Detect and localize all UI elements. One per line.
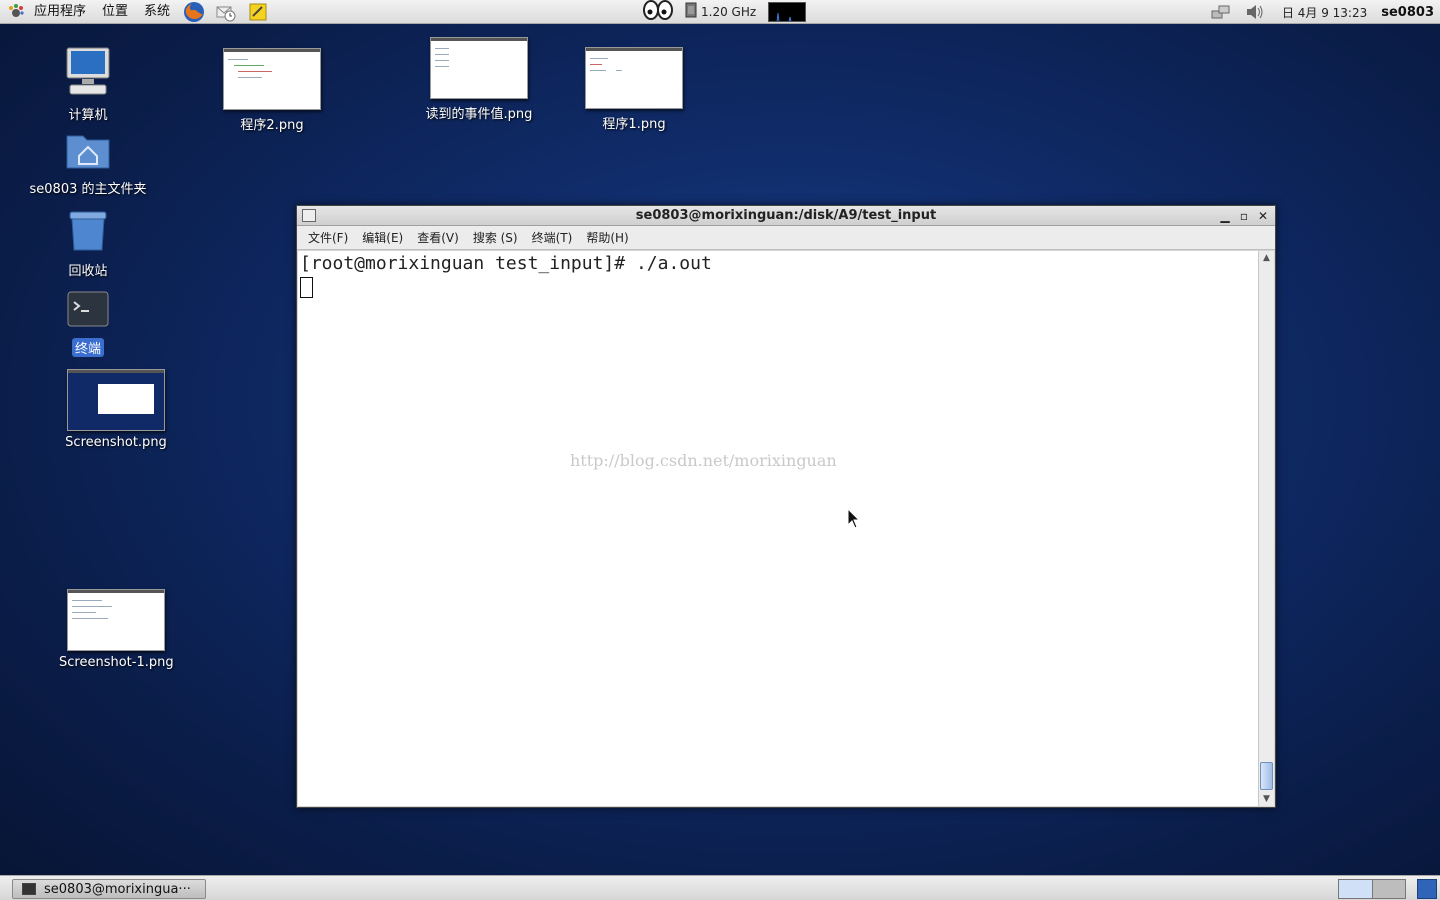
maximize-icon[interactable]: ▫	[1236, 207, 1252, 225]
scroll-down-icon[interactable]: ▼	[1259, 792, 1274, 806]
terminal-titlebar[interactable]: se0803@morixinguan:/disk/A9/test_input ▁…	[297, 206, 1275, 226]
desktop-icon-label: 终端	[71, 338, 104, 357]
eyes-icon	[642, 0, 674, 24]
minimize-icon[interactable]: ▁	[1217, 207, 1233, 225]
cpu-frequency: 1.20 GHz	[701, 5, 757, 19]
mouse-pointer-icon	[847, 508, 861, 529]
menu-places[interactable]: 位置	[94, 0, 136, 24]
image-thumbnail	[430, 37, 528, 99]
taskbar-terminal-button[interactable]: se0803@morixingua···	[12, 879, 206, 899]
image-thumbnail	[67, 589, 165, 651]
terminal-icon	[22, 883, 36, 895]
desktop-icon-terminal[interactable]: 终端	[28, 290, 148, 357]
workspace-switcher[interactable]	[1338, 879, 1406, 899]
desktop-icon-home[interactable]: se0803 的主文件夹	[20, 130, 156, 197]
gnome-foot-icon	[6, 2, 26, 22]
menu-applications[interactable]: 应用程序	[26, 0, 94, 24]
terminal-window[interactable]: se0803@morixinguan:/disk/A9/test_input ▁…	[296, 205, 1276, 808]
desktop-icon-computer[interactable]: 计算机	[28, 46, 148, 123]
desktop-icon-trash[interactable]: 回收站	[28, 210, 148, 279]
terminal-menubar: 文件(F) 编辑(E) 查看(V) 搜索 (S) 终端(T) 帮助(H)	[297, 226, 1275, 250]
desktop-icon-label: 程序1.png	[602, 117, 666, 132]
menu-edit[interactable]: 编辑(E)	[355, 229, 410, 246]
menu-view[interactable]: 查看(V)	[410, 229, 466, 246]
workspace-1[interactable]	[1339, 880, 1373, 898]
clock[interactable]: 日 4月 9 13:23	[1282, 4, 1367, 21]
image-thumbnail	[585, 47, 683, 109]
desktop-icon-program1[interactable]: 程序1.png	[574, 47, 694, 132]
close-icon[interactable]: ✕	[1255, 207, 1271, 225]
desktop-icon-label: se0803 的主文件夹	[29, 182, 147, 197]
terminal-output[interactable]: [root@morixinguan test_input]# ./a.out h…	[298, 251, 1258, 806]
menu-system[interactable]: 系统	[136, 0, 178, 24]
volume-icon[interactable]	[1244, 1, 1266, 23]
terminal-scrollbar[interactable]: ▲ ▼	[1258, 251, 1274, 806]
network-icon[interactable]	[1210, 1, 1232, 23]
trash-icon	[69, 211, 107, 251]
desktop-icon-events[interactable]: 读到的事件值.png	[414, 37, 544, 122]
desktop-icon-label: Screenshot-1.png	[59, 655, 174, 670]
menu-file[interactable]: 文件(F)	[301, 229, 355, 246]
desktop-icon-program2[interactable]: 程序2.png	[212, 48, 332, 133]
desktop-icon-label: 回收站	[68, 264, 108, 279]
terminal-icon	[67, 291, 109, 327]
taskbar-label: se0803@morixingua···	[44, 881, 191, 897]
desktop-icon-label: Screenshot.png	[65, 435, 167, 450]
panel-applets: 1.20 GHz	[642, 0, 807, 24]
menu-help[interactable]: 帮助(H)	[579, 229, 635, 246]
workspace-2[interactable]	[1372, 880, 1405, 898]
scroll-thumb[interactable]	[1260, 762, 1273, 790]
desktop-icon-label: 读到的事件值.png	[425, 107, 533, 122]
panel-tray: 日 4月 9 13:23 se0803	[1204, 0, 1434, 24]
bottom-panel: se0803@morixingua···	[0, 875, 1440, 900]
show-desktop-icon[interactable]	[1417, 879, 1437, 899]
menu-terminal[interactable]: 终端(T)	[525, 229, 580, 246]
system-monitor-graph[interactable]	[768, 2, 807, 22]
shell-prompt: [root@morixinguan test_input]# ./a.out	[300, 253, 712, 274]
terminal-title: se0803@morixinguan:/disk/A9/test_input	[635, 208, 937, 223]
home-folder-icon	[66, 135, 110, 169]
mail-clock-icon[interactable]	[215, 1, 237, 23]
top-panel: 应用程序 位置 系统 1.20 GHz 日 4月 9 13:23 se0803	[0, 0, 1440, 24]
image-thumbnail	[223, 48, 321, 110]
user-menu[interactable]: se0803	[1381, 5, 1434, 20]
text-cursor	[300, 277, 313, 298]
watermark: http://blog.csdn.net/morixinguan	[570, 451, 837, 470]
image-thumbnail	[67, 369, 165, 431]
cpu-icon	[684, 1, 698, 23]
firefox-icon[interactable]	[183, 1, 205, 23]
desktop-icon-label: 程序2.png	[240, 118, 304, 133]
desktop-icon-screenshot-1[interactable]: Screenshot-1.png	[56, 589, 176, 670]
desktop-icon-screenshot[interactable]: Screenshot.png	[56, 369, 176, 450]
scroll-up-icon[interactable]: ▲	[1259, 251, 1274, 265]
desktop-icon-label: 计算机	[68, 108, 108, 123]
computer-icon	[66, 47, 110, 95]
notes-icon[interactable]	[247, 1, 269, 23]
menu-search[interactable]: 搜索 (S)	[466, 229, 525, 246]
